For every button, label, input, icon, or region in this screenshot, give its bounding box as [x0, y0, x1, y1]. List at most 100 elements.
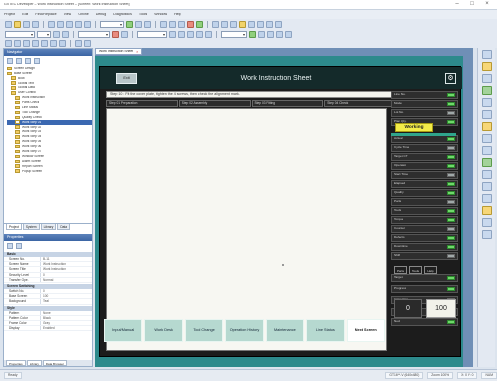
back-icon[interactable]	[14, 40, 21, 47]
layer-object-icon[interactable]	[481, 230, 492, 239]
align-left-icon[interactable]	[160, 20, 167, 28]
switch-icon[interactable]	[249, 30, 256, 38]
screen-canvas[interactable]: Exit Work Instruction Sheet ⚙ Step 10 : …	[95, 56, 463, 367]
property-row[interactable]: Display Enabled	[4, 326, 92, 332]
maintenance-button[interactable]: Maintenance	[265, 319, 305, 342]
ungroup-icon[interactable]	[32, 40, 39, 47]
menu-help[interactable]: Help	[174, 13, 181, 17]
write-icon[interactable]	[221, 20, 228, 28]
minimize-icon[interactable]: –	[451, 1, 463, 8]
tab-properties[interactable]: Properties	[6, 360, 26, 366]
property-row[interactable]: Transfer Ope. Normal	[4, 277, 92, 283]
parts-button[interactable]: Parts	[394, 266, 407, 274]
color-dropdown[interactable]: ▾	[78, 30, 110, 38]
settings-icon[interactable]	[266, 20, 273, 28]
align-right-icon[interactable]	[178, 20, 185, 28]
new-icon[interactable]	[5, 20, 12, 28]
stop-icon[interactable]	[187, 20, 194, 28]
circle-icon[interactable]	[187, 30, 194, 38]
monitor-icon[interactable]	[239, 20, 246, 28]
undo-icon[interactable]	[75, 20, 82, 28]
close-icon[interactable]: ×	[481, 1, 493, 8]
device-icon[interactable]	[257, 20, 264, 28]
property-value[interactable]: 100	[40, 294, 92, 299]
distribute-icon[interactable]	[75, 40, 82, 47]
recipe-object-icon[interactable]	[481, 146, 492, 155]
refresh-icon[interactable]	[34, 58, 40, 64]
work-desk-button[interactable]: Work Desk	[144, 319, 183, 342]
step-tab-4[interactable]: Step 04 Check	[324, 100, 396, 107]
tools-button[interactable]: Tools	[409, 266, 422, 274]
front-icon[interactable]	[5, 40, 12, 47]
copy-icon[interactable]	[57, 20, 64, 28]
open-icon[interactable]	[14, 20, 21, 28]
menu-project[interactable]: Project	[4, 13, 15, 17]
zoom-out-icon[interactable]	[144, 20, 151, 28]
save-icon[interactable]	[23, 20, 30, 28]
tab-data[interactable]: Data	[57, 224, 71, 230]
maximize-icon[interactable]: □	[466, 1, 478, 8]
property-value[interactable]: 0	[40, 272, 92, 277]
property-value[interactable]: B-11	[40, 257, 92, 262]
grid-icon[interactable]	[126, 20, 133, 28]
menu-view[interactable]: View	[64, 13, 72, 17]
image-object-icon[interactable]	[481, 182, 492, 191]
input-manual-button[interactable]: Input/Manual	[104, 319, 143, 342]
menu-edit[interactable]: Edit	[22, 13, 28, 17]
property-value[interactable]: Gray	[40, 320, 92, 326]
close-tab-icon[interactable]: ×	[136, 50, 138, 54]
group-icon[interactable]	[23, 40, 30, 47]
sort-category-icon[interactable]	[7, 243, 13, 249]
line-icon[interactable]	[169, 30, 176, 38]
property-value[interactable]: None	[40, 310, 92, 315]
switch-object-icon[interactable]	[481, 62, 492, 71]
print-icon[interactable]	[32, 20, 39, 28]
operation-history-button[interactable]: Operation History	[225, 319, 264, 342]
lamp-object-icon[interactable]	[481, 74, 492, 83]
menu-find-replace[interactable]: Find/Replace	[35, 13, 56, 17]
numeric-object-icon[interactable]	[481, 86, 492, 95]
rotate-icon[interactable]	[41, 40, 48, 47]
same-size-icon[interactable]	[84, 40, 91, 47]
help-icon[interactable]	[275, 20, 282, 28]
step-tab-2[interactable]: Step 02 Assembly	[178, 100, 251, 107]
script-object-icon[interactable]	[481, 170, 492, 179]
cut-icon[interactable]	[48, 20, 55, 28]
lock-icon[interactable]	[59, 40, 66, 47]
tab-library-bottom[interactable]: Library	[26, 360, 42, 366]
size-dropdown[interactable]: ▾	[37, 30, 51, 38]
property-value[interactable]: Work Instruction	[40, 262, 92, 267]
menu-window[interactable]: Window	[154, 13, 167, 17]
line-color-icon[interactable]	[121, 30, 128, 38]
step-tab-1[interactable]: Step 01 Preparation	[106, 100, 178, 107]
run-icon[interactable]	[196, 20, 203, 28]
next-screen-button[interactable]: Next Screen	[346, 319, 385, 342]
bold-icon[interactable]	[53, 30, 60, 38]
menu-tools[interactable]: Tools	[139, 13, 147, 17]
layer-dropdown[interactable]: ▾	[100, 20, 124, 28]
tree-item[interactable]: Popup Screen	[7, 169, 92, 174]
text-object-icon[interactable]	[481, 98, 492, 107]
document-tab[interactable]: Work Instruction Sheet ×	[95, 48, 143, 55]
property-value[interactable]: Work Instruction	[40, 267, 92, 272]
video-object-icon[interactable]	[481, 194, 492, 203]
menu-online[interactable]: Online	[78, 13, 88, 17]
filter-icon[interactable]	[25, 58, 31, 64]
tab-project[interactable]: Project	[6, 224, 22, 230]
collapse-icon[interactable]	[16, 58, 22, 64]
line-status-button[interactable]: Line Status	[306, 319, 345, 342]
tab-data-browser[interactable]: Data Browser	[42, 360, 68, 366]
trigger-object-icon[interactable]	[481, 158, 492, 167]
alarm-object-icon[interactable]	[481, 122, 492, 131]
text-color-icon[interactable]	[112, 30, 119, 38]
simulate-icon[interactable]	[248, 20, 255, 28]
menu-diagnostics[interactable]: Diagnostics	[113, 13, 132, 17]
object-dropdown[interactable]: ▾	[221, 30, 247, 38]
expand-icon[interactable]	[7, 58, 13, 64]
help-button[interactable]: Help	[424, 266, 437, 274]
font-dropdown[interactable]: ▾	[5, 30, 35, 38]
lamp-icon[interactable]	[258, 30, 265, 38]
property-value[interactable]: Enabled	[40, 326, 92, 331]
tool-change-button[interactable]: Tool Change	[184, 319, 224, 342]
tab-library[interactable]: Library	[40, 224, 57, 230]
